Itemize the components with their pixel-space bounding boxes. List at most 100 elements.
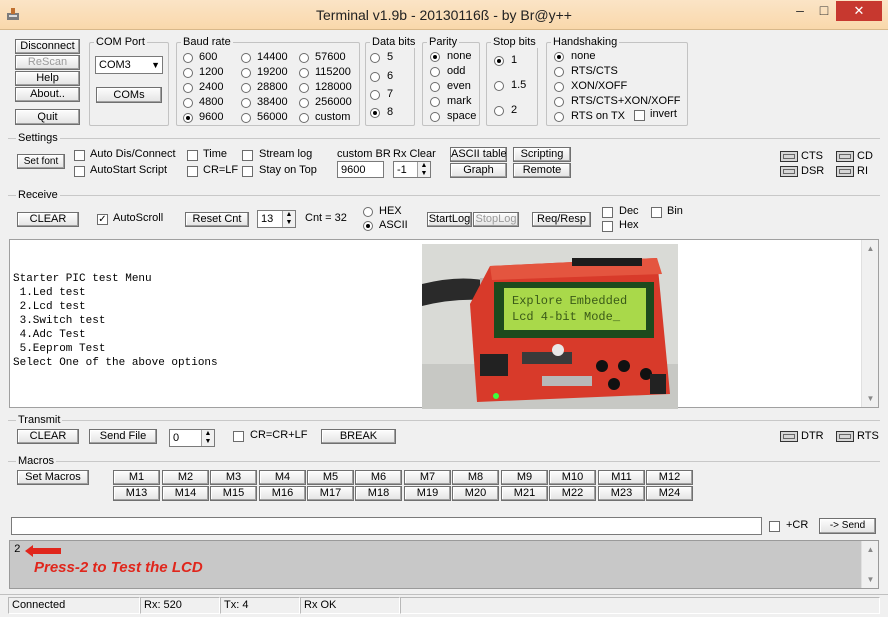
baud-9600-radio[interactable]: [183, 113, 193, 123]
send-file-button[interactable]: Send File: [89, 429, 157, 444]
parity-odd-radio[interactable]: [430, 67, 440, 77]
macro-button-m14[interactable]: M14: [162, 486, 209, 501]
baud-4800-radio[interactable]: [183, 98, 193, 108]
baud-600-radio[interactable]: [183, 53, 193, 63]
help-button[interactable]: Help: [15, 71, 80, 86]
stop-log-button[interactable]: StopLog: [473, 212, 519, 227]
baud-28800-radio[interactable]: [241, 83, 251, 93]
start-log-button[interactable]: StartLog: [427, 212, 472, 227]
macro-button-m21[interactable]: M21: [501, 486, 548, 501]
macro-button-m23[interactable]: M23: [598, 486, 645, 501]
spin-arrows-icon[interactable]: ▲ ▼: [282, 211, 295, 227]
send-log-scrollbar[interactable]: ▲ ▼: [861, 541, 878, 588]
time-checkbox[interactable]: [187, 150, 198, 161]
macro-button-m15[interactable]: M15: [210, 486, 257, 501]
spin-arrows-icon[interactable]: ▲ ▼: [201, 430, 214, 446]
data-bits-5-radio[interactable]: [370, 53, 380, 63]
data-bits-6-radio[interactable]: [370, 72, 380, 82]
macro-button-m1[interactable]: M1: [113, 470, 160, 485]
stream-log-checkbox[interactable]: [242, 150, 253, 161]
scroll-up-icon[interactable]: ▲: [862, 541, 879, 558]
autostart-script-checkbox[interactable]: [74, 166, 85, 177]
transmit-spinner[interactable]: 0 ▲ ▼: [169, 429, 215, 447]
parity-space-radio[interactable]: [430, 112, 440, 122]
macro-button-m19[interactable]: M19: [404, 486, 451, 501]
remote-button[interactable]: Remote: [513, 163, 571, 178]
macro-button-m4[interactable]: M4: [259, 470, 306, 485]
invert-checkbox[interactable]: [634, 110, 645, 121]
custom-br-input[interactable]: 9600: [337, 161, 384, 178]
spin-arrows-icon[interactable]: ▲ ▼: [417, 162, 430, 177]
stay-on-top-checkbox[interactable]: [242, 166, 253, 177]
transmit-clear-button[interactable]: CLEAR: [17, 429, 79, 444]
receive-clear-button[interactable]: CLEAR: [17, 212, 79, 227]
parity-even-radio[interactable]: [430, 82, 440, 92]
send-button[interactable]: -> Send: [819, 518, 876, 534]
macro-button-m12[interactable]: M12: [646, 470, 693, 485]
reset-cnt-button[interactable]: Reset Cnt: [185, 212, 249, 227]
baud-custom-radio[interactable]: [299, 113, 309, 123]
scroll-down-icon[interactable]: ▼: [862, 571, 879, 588]
macro-button-m8[interactable]: M8: [452, 470, 499, 485]
req-resp-button[interactable]: Req/Resp: [532, 212, 591, 227]
ascii-radio[interactable]: [363, 221, 373, 231]
set-macros-button[interactable]: Set Macros: [17, 470, 89, 485]
dec-checkbox[interactable]: [602, 207, 613, 218]
macro-button-m17[interactable]: M17: [307, 486, 354, 501]
rescan-button[interactable]: ReScan: [15, 55, 80, 70]
graph-button[interactable]: Graph: [450, 163, 507, 178]
macro-button-m6[interactable]: M6: [355, 470, 402, 485]
cr-crlf-checkbox[interactable]: [233, 431, 244, 442]
macro-button-m3[interactable]: M3: [210, 470, 257, 485]
data-bits-8-radio[interactable]: [370, 108, 380, 118]
receive-scrollbar[interactable]: ▲ ▼: [861, 240, 878, 407]
stop-bits-1-radio[interactable]: [494, 56, 504, 66]
parity-none-radio[interactable]: [430, 52, 440, 62]
auto-dis-connect-checkbox[interactable]: [74, 150, 85, 161]
baud-19200-radio[interactable]: [241, 68, 251, 78]
cr-lf-checkbox[interactable]: [187, 166, 198, 177]
stop-bits-1-5-radio[interactable]: [494, 81, 504, 91]
send-input[interactable]: [11, 517, 762, 535]
handshaking-none-radio[interactable]: [554, 52, 564, 62]
macro-button-m20[interactable]: M20: [452, 486, 499, 501]
handshaking-rts-on-tx-radio[interactable]: [554, 112, 564, 122]
macro-button-m9[interactable]: M9: [501, 470, 548, 485]
com-port-select[interactable]: COM3 ▼: [95, 56, 163, 74]
baud-128000-radio[interactable]: [299, 83, 309, 93]
hex-checkbox[interactable]: [602, 221, 613, 232]
autoscroll-checkbox[interactable]: ✓: [97, 214, 108, 225]
baud-14400-radio[interactable]: [241, 53, 251, 63]
coms-button[interactable]: COMs: [96, 87, 162, 103]
break-button[interactable]: BREAK: [321, 429, 396, 444]
baud-256000-radio[interactable]: [299, 98, 309, 108]
set-font-button[interactable]: Set font: [17, 154, 65, 169]
macro-button-m2[interactable]: M2: [162, 470, 209, 485]
scripting-button[interactable]: Scripting: [513, 147, 571, 162]
rx-clear-spinner[interactable]: -1 ▲ ▼: [393, 161, 431, 178]
minimize-button[interactable]: –: [790, 1, 810, 21]
baud-1200-radio[interactable]: [183, 68, 193, 78]
about-button[interactable]: About..: [15, 87, 80, 102]
close-button[interactable]: ✕: [836, 1, 882, 21]
baud-115200-radio[interactable]: [299, 68, 309, 78]
hex-radio[interactable]: [363, 207, 373, 217]
disconnect-button[interactable]: Disconnect: [15, 39, 80, 54]
handshaking-rts-cts-radio[interactable]: [554, 67, 564, 77]
macro-button-m24[interactable]: M24: [646, 486, 693, 501]
scroll-up-icon[interactable]: ▲: [862, 240, 879, 257]
bin-checkbox[interactable]: [651, 207, 662, 218]
handshaking-rts-cts-xon-xoff-radio[interactable]: [554, 97, 564, 107]
baud-38400-radio[interactable]: [241, 98, 251, 108]
macro-button-m16[interactable]: M16: [259, 486, 306, 501]
handshaking-xon-xoff-radio[interactable]: [554, 82, 564, 92]
baud-56000-radio[interactable]: [241, 113, 251, 123]
data-bits-7-radio[interactable]: [370, 90, 380, 100]
plus-cr-checkbox[interactable]: [769, 521, 780, 532]
scroll-down-icon[interactable]: ▼: [862, 390, 879, 407]
macro-button-m5[interactable]: M5: [307, 470, 354, 485]
ascii-table-button[interactable]: ASCII table: [450, 147, 507, 162]
macro-button-m22[interactable]: M22: [549, 486, 596, 501]
stop-bits-2-radio[interactable]: [494, 106, 504, 116]
parity-mark-radio[interactable]: [430, 97, 440, 107]
